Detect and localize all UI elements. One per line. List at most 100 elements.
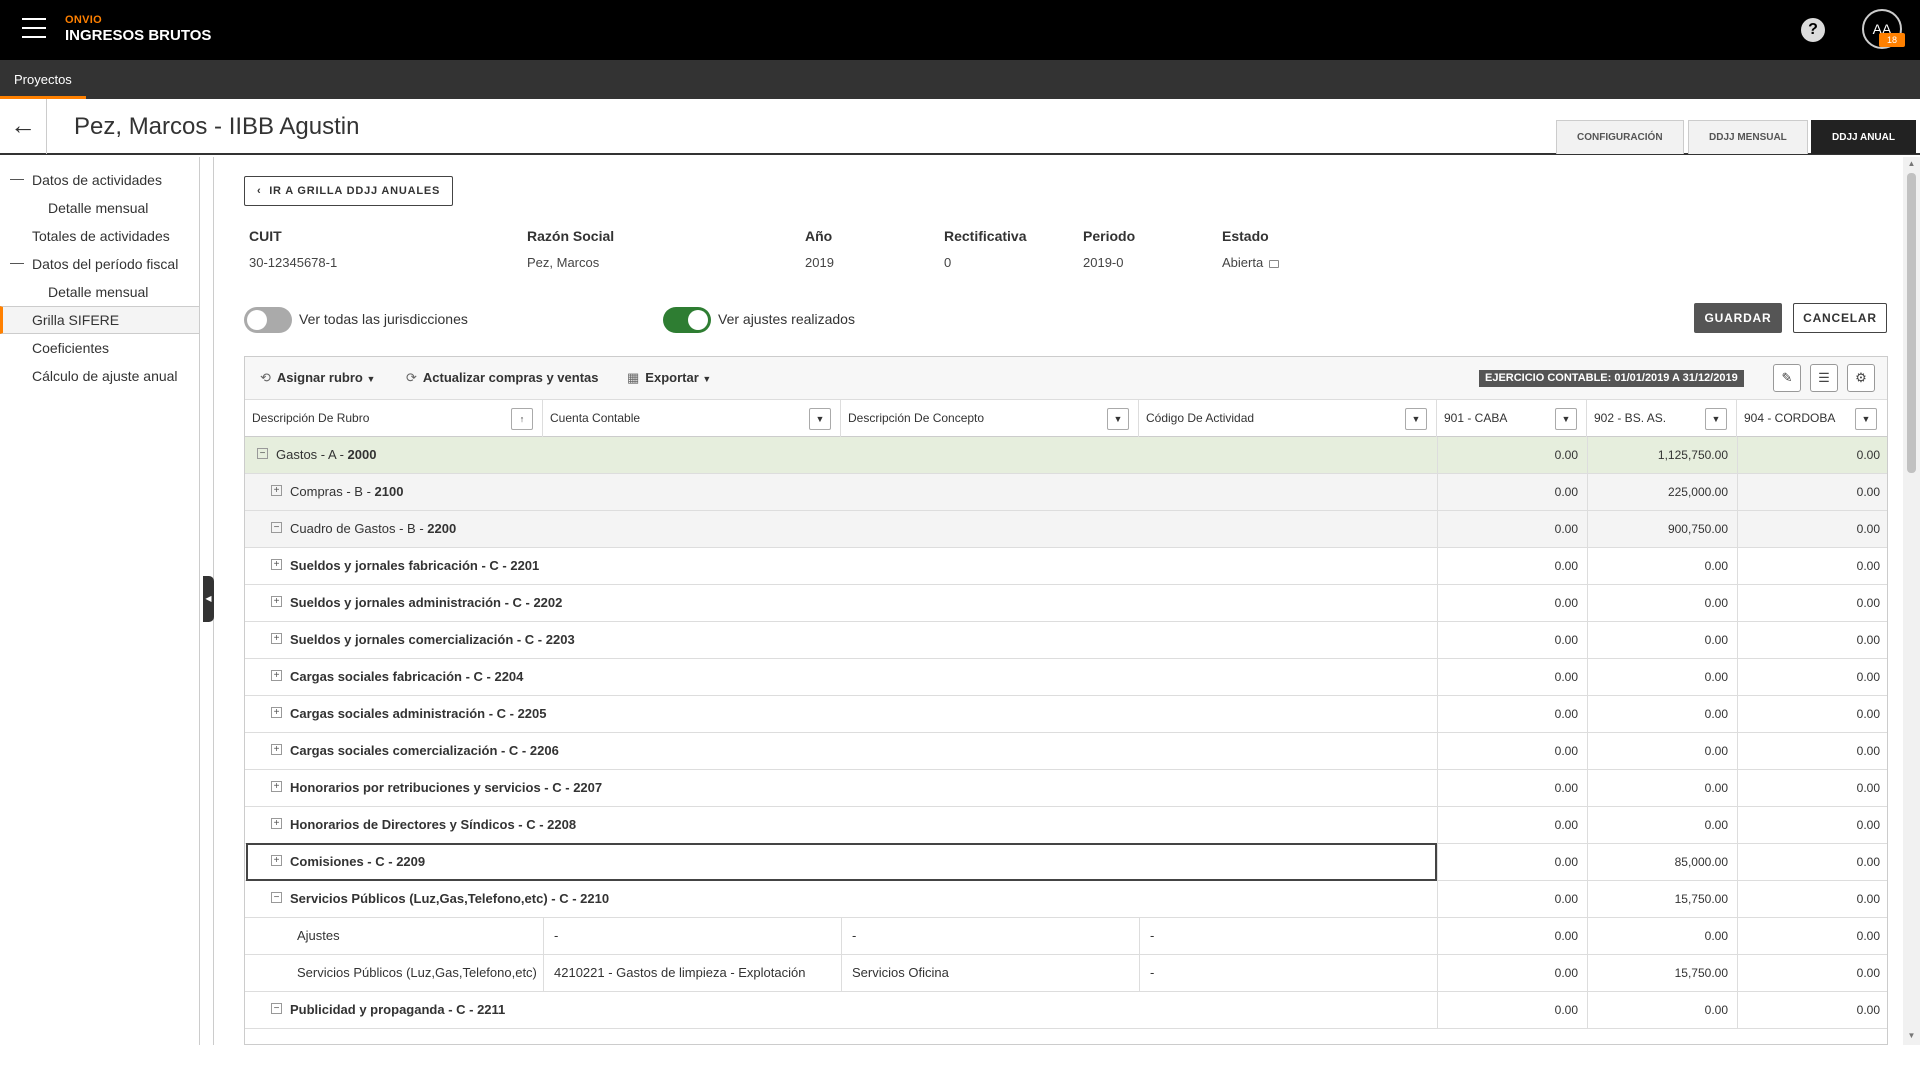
value-904-cell[interactable]: 0.00: [1737, 437, 1887, 473]
value-904-cell[interactable]: 0.00: [1737, 881, 1887, 917]
scroll-up-icon[interactable]: ▲: [1907, 159, 1916, 169]
value-902-cell[interactable]: 85,000.00: [1587, 844, 1737, 880]
hamburger-menu-icon[interactable]: [22, 18, 46, 40]
column-header-codigo-actividad[interactable]: Código De Actividad ▼: [1139, 400, 1437, 437]
expand-plus-icon[interactable]: +: [271, 781, 282, 793]
expand-plus-icon[interactable]: +: [271, 633, 282, 645]
detalle-rubro-cell[interactable]: Ajustes: [297, 918, 543, 954]
rubro-cell[interactable]: + Honorarios de Directores y Síndicos - C…: [271, 807, 1425, 843]
value-904-cell[interactable]: 0.00: [1737, 844, 1887, 880]
collapse-minus-icon[interactable]: −: [271, 522, 282, 534]
sidebar-item-datos-actividades[interactable]: Datos de actividades: [0, 167, 199, 193]
toggle-jurisdicciones[interactable]: [244, 307, 292, 333]
expand-plus-icon[interactable]: +: [271, 744, 282, 756]
value-902-cell[interactable]: 1,125,750.00: [1587, 437, 1737, 473]
value-904-cell[interactable]: 0.00: [1737, 585, 1887, 621]
value-901-cell[interactable]: 0.00: [1437, 733, 1587, 769]
list-icon[interactable]: ☰: [1810, 364, 1838, 392]
sidebar-item-coeficientes[interactable]: Coeficientes: [0, 335, 199, 361]
tab-configuracion[interactable]: CONFIGURACIÓN: [1556, 120, 1684, 154]
rubro-cell[interactable]: − Publicidad y propaganda - C - 2211: [271, 992, 1425, 1028]
value-904-cell[interactable]: 0.00: [1737, 548, 1887, 584]
collapse-minus-icon[interactable]: −: [271, 892, 282, 904]
value-902-cell[interactable]: 900,750.00: [1587, 511, 1737, 547]
value-901-cell[interactable]: 0.00: [1437, 696, 1587, 732]
toggle-ajustes[interactable]: [663, 307, 711, 333]
value-904-cell[interactable]: 0.00: [1737, 807, 1887, 843]
value-904-cell[interactable]: 0.00: [1737, 992, 1887, 1028]
sidebar-item-datos-periodo-fiscal[interactable]: Datos del período fiscal: [0, 251, 199, 277]
sidebar-item-detalle-mensual-2[interactable]: Detalle mensual: [0, 279, 199, 305]
table-row[interactable]: + Cargas sociales fabricación - C - 2204 0…: [245, 659, 1887, 696]
sidebar-item-calculo-ajuste[interactable]: Cálculo de ajuste anual: [0, 363, 199, 389]
filter-dropdown-icon[interactable]: ▼: [1855, 408, 1877, 430]
rubro-cell[interactable]: + Cargas sociales comercialización - C - …: [271, 733, 1425, 769]
value-902-cell[interactable]: 0.00: [1587, 622, 1737, 658]
back-arrow-icon[interactable]: ←: [0, 99, 47, 154]
expand-plus-icon[interactable]: +: [271, 559, 282, 571]
value-904-cell[interactable]: 0.00: [1737, 696, 1887, 732]
table-row[interactable]: − Servicios Públicos (Luz,Gas,Telefono,et…: [245, 881, 1887, 918]
concepto-cell[interactable]: Servicios Oficina: [841, 955, 1139, 991]
value-901-cell[interactable]: 0.00: [1437, 548, 1587, 584]
value-901-cell[interactable]: 0.00: [1437, 844, 1587, 880]
collapse-minus-icon[interactable]: −: [271, 1003, 282, 1015]
table-row[interactable]: + Honorarios por retribuciones y servicio…: [245, 770, 1887, 807]
expand-plus-icon[interactable]: +: [271, 707, 282, 719]
value-902-cell[interactable]: 15,750.00: [1587, 955, 1737, 991]
filter-dropdown-icon[interactable]: ▼: [1107, 408, 1129, 430]
help-icon[interactable]: ?: [1801, 18, 1825, 42]
sidebar-collapse-icon[interactable]: ◀: [203, 576, 214, 622]
value-904-cell[interactable]: 0.00: [1737, 770, 1887, 806]
expand-plus-icon[interactable]: +: [271, 596, 282, 608]
concepto-cell[interactable]: -: [841, 918, 1139, 954]
value-902-cell[interactable]: 0.00: [1587, 918, 1737, 954]
value-902-cell[interactable]: 0.00: [1587, 585, 1737, 621]
value-901-cell[interactable]: 0.00: [1437, 770, 1587, 806]
guardar-button[interactable]: GUARDAR: [1694, 303, 1782, 333]
value-904-cell[interactable]: 0.00: [1737, 622, 1887, 658]
settings-gear-icon[interactable]: ⚙: [1847, 364, 1875, 392]
rubro-cell[interactable]: + Cargas sociales administración - C - 22…: [271, 696, 1425, 732]
value-901-cell[interactable]: 0.00: [1437, 992, 1587, 1028]
column-header-cuenta-contable[interactable]: Cuenta Contable ▼: [543, 400, 841, 437]
table-row[interactable]: Servicios Públicos (Luz,Gas,Telefono,etc…: [245, 955, 1887, 992]
value-901-cell[interactable]: 0.00: [1437, 474, 1587, 510]
table-row[interactable]: − Cuadro de Gastos - B - 2200 0.00 900,750.…: [245, 511, 1887, 548]
value-902-cell[interactable]: 0.00: [1587, 733, 1737, 769]
value-901-cell[interactable]: 0.00: [1437, 807, 1587, 843]
edit-pencil-icon[interactable]: ✎: [1773, 364, 1801, 392]
filter-dropdown-icon[interactable]: ▼: [1405, 408, 1427, 430]
value-904-cell[interactable]: 0.00: [1737, 659, 1887, 695]
column-header-descripcion-rubro[interactable]: Descripción De Rubro ↑: [245, 400, 543, 437]
value-902-cell[interactable]: 15,750.00: [1587, 881, 1737, 917]
value-904-cell[interactable]: 0.00: [1737, 511, 1887, 547]
value-904-cell[interactable]: 0.00: [1737, 918, 1887, 954]
table-row[interactable]: Ajustes - - -0.00 0.00 0.00: [245, 918, 1887, 955]
rubro-cell[interactable]: + Sueldos y jornales fabricación - C - 22…: [271, 548, 1425, 584]
table-row[interactable]: + Cargas sociales administración - C - 22…: [245, 696, 1887, 733]
value-901-cell[interactable]: 0.00: [1437, 585, 1587, 621]
value-901-cell[interactable]: 0.00: [1437, 955, 1587, 991]
collapse-minus-icon[interactable]: −: [257, 448, 268, 460]
sort-icon[interactable]: ↑: [511, 408, 533, 430]
exportar-button[interactable]: ▦ Exportar ▼: [627, 370, 711, 386]
filter-dropdown-icon[interactable]: ▼: [1555, 408, 1577, 430]
table-row[interactable]: + Sueldos y jornales administración - C -…: [245, 585, 1887, 622]
value-902-cell[interactable]: 0.00: [1587, 807, 1737, 843]
rubro-cell[interactable]: + Honorarios por retribuciones y servicio…: [271, 770, 1425, 806]
actualizar-button[interactable]: ⟳ Actualizar compras y ventas: [406, 370, 598, 386]
cuenta-contable-cell[interactable]: 4210221 - Gastos de limpieza - Explotaci…: [543, 955, 841, 991]
column-header-901-caba[interactable]: 901 - CABA ▼: [1437, 400, 1587, 437]
cancelar-button[interactable]: CANCELAR: [1793, 303, 1887, 333]
table-row[interactable]: + Sueldos y jornales fabricación - C - 22…: [245, 548, 1887, 585]
value-902-cell[interactable]: 225,000.00: [1587, 474, 1737, 510]
value-902-cell[interactable]: 0.00: [1587, 659, 1737, 695]
sidebar-item-totales-actividades[interactable]: Totales de actividades: [0, 223, 199, 249]
column-header-descripcion-concepto[interactable]: Descripción De Concepto ▼: [841, 400, 1139, 437]
sidebar-item-detalle-mensual-1[interactable]: Detalle mensual: [0, 195, 199, 221]
table-row[interactable]: − Publicidad y propaganda - C - 2211 0.00 0…: [245, 992, 1887, 1029]
rubro-cell[interactable]: − Gastos - A - 2000: [257, 437, 1425, 473]
nav-tab-proyectos[interactable]: Proyectos: [0, 60, 86, 99]
sidebar-item-grilla-sifere[interactable]: Grilla SIFERE: [0, 306, 199, 334]
